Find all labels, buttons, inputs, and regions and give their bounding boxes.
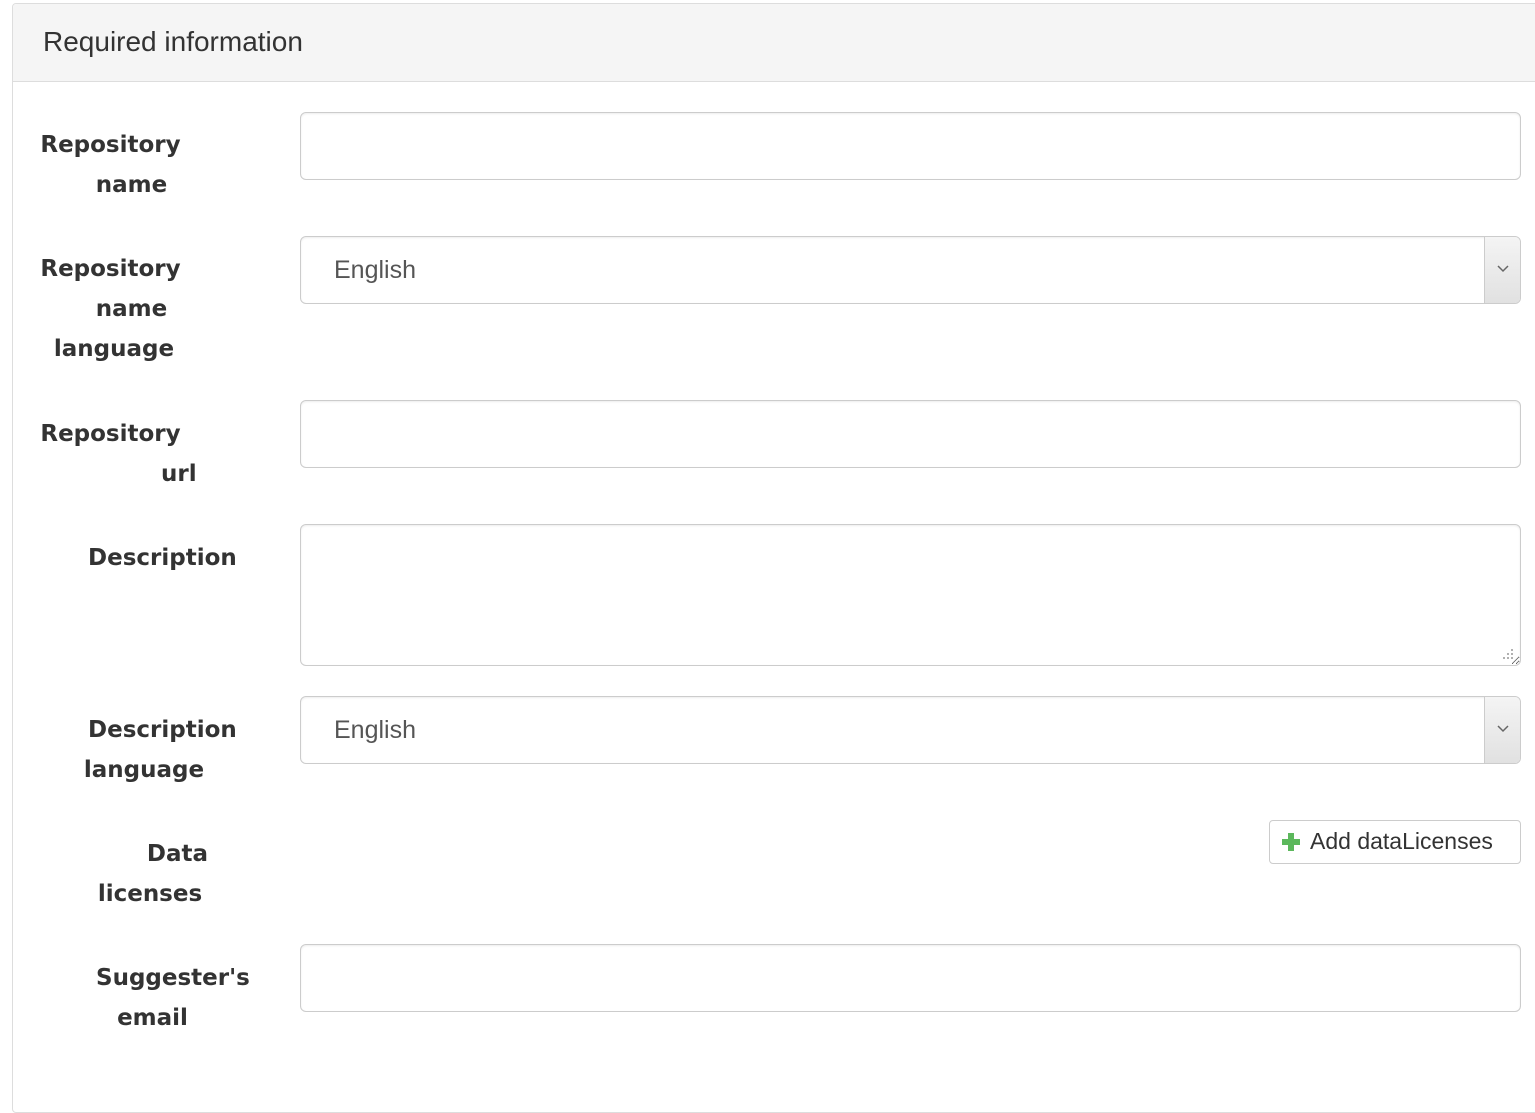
repository-name-input[interactable] — [300, 112, 1521, 180]
description-language-value: English — [334, 716, 416, 744]
description-label: Description — [88, 545, 237, 571]
panel-heading: Required information — [13, 4, 1535, 82]
repository-name-language-select[interactable]: English — [300, 236, 1521, 304]
repository-name-language-label: Repository name language — [40, 256, 181, 362]
dropdown-toggle[interactable] — [1484, 237, 1520, 303]
data-licenses-label: Data licenses — [97, 841, 209, 907]
chevron-down-icon — [1497, 265, 1509, 273]
plus-icon — [1282, 833, 1300, 851]
chevron-down-icon — [1497, 725, 1509, 733]
add-data-licenses-label: Add dataLicenses — [1310, 828, 1493, 854]
description-textarea[interactable] — [300, 524, 1521, 666]
dropdown-toggle[interactable] — [1484, 697, 1520, 763]
repository-name-language-value: English — [334, 256, 416, 284]
description-language-label: Description language — [83, 717, 237, 783]
repository-url-input[interactable] — [300, 400, 1521, 468]
add-data-licenses-button[interactable]: Add dataLicenses — [1269, 820, 1521, 864]
repository-name-label: Repository name — [40, 132, 181, 198]
suggester-email-label: Suggester's email — [96, 965, 250, 1031]
repository-url-label: Repository url — [40, 421, 197, 487]
description-language-select[interactable]: English — [300, 696, 1521, 764]
suggester-email-input[interactable] — [300, 944, 1521, 1012]
panel-title: Required information — [43, 26, 303, 57]
resize-grip-icon[interactable] — [1500, 646, 1514, 660]
